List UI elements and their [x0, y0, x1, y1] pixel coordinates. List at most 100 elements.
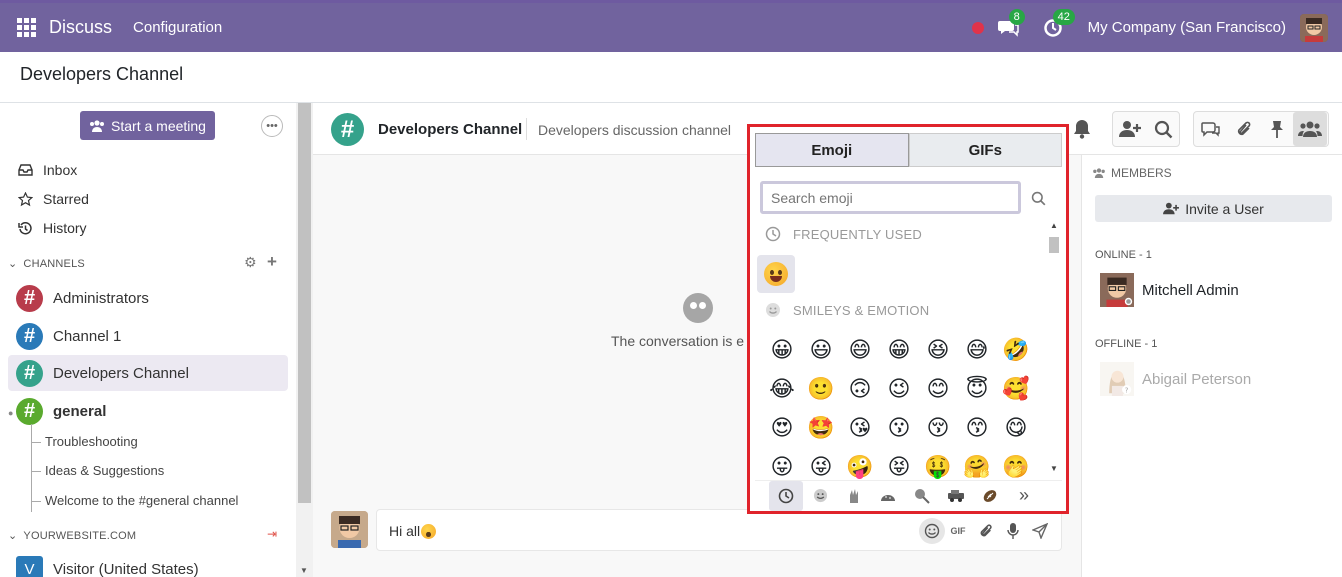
emoji-cell[interactable]: 🙂 — [803, 371, 839, 407]
user-avatar[interactable] — [1300, 13, 1328, 42]
emoji-cell[interactable]: 😘 — [842, 410, 878, 446]
member-item-online[interactable]: Mitchell Admin — [1100, 273, 1239, 307]
emoji-cell[interactable]: 😋 — [998, 410, 1034, 446]
thread-name[interactable]: Developers Channel — [378, 121, 522, 138]
food-category-icon[interactable] — [905, 481, 939, 511]
travel-category-icon[interactable] — [939, 481, 973, 511]
emoji-cell[interactable]: 😚 — [920, 410, 956, 446]
sidebar-scrollbar[interactable]: ▼ — [296, 103, 313, 577]
smileys-category-icon[interactable] — [803, 481, 837, 511]
emoji-cell[interactable]: 😂 — [764, 371, 800, 407]
online-header: ONLINE - 1 — [1095, 249, 1152, 261]
picker-scrollbar[interactable]: ▲ ▼ — [1047, 219, 1061, 475]
website-header[interactable]: ⌄ YOURWEBSITE.COM — [8, 529, 136, 543]
composer-text[interactable]: Hi all — [389, 523, 437, 542]
tab-gifs[interactable]: GIFs — [908, 133, 1062, 167]
recent-category-icon[interactable] — [769, 480, 803, 511]
attachment-icon[interactable] — [975, 520, 997, 542]
member-item-offline[interactable]: ? Abigail Peterson — [1100, 362, 1251, 396]
subchannel-troubleshooting[interactable]: Troubleshooting — [45, 434, 138, 449]
emoji-button-icon[interactable] — [919, 518, 945, 544]
sign-out-icon[interactable]: ⇥ — [267, 527, 277, 541]
channel-item-developers-channel[interactable]: # Developers Channel — [8, 355, 288, 391]
chevron-down-icon: ⌄ — [8, 530, 18, 542]
thread-tree-line — [31, 424, 32, 512]
search-icon[interactable] — [1146, 112, 1180, 146]
members-icon[interactable] — [1293, 112, 1327, 146]
emoji-cell[interactable]: 😗 — [881, 410, 917, 446]
pin-icon[interactable] — [1260, 112, 1294, 146]
emoji-cell[interactable]: 😀 — [764, 332, 800, 368]
company-switcher[interactable]: My Company (San Francisco) — [1088, 19, 1286, 36]
emoji-cell[interactable]: 😃 — [803, 332, 839, 368]
sidebar-scroll-thumb[interactable] — [298, 103, 311, 503]
emoji-cell[interactable]: 🤣 — [998, 332, 1034, 368]
picker-scroll-thumb[interactable] — [1049, 237, 1059, 253]
channel-item-channel-1[interactable]: # Channel 1 — [8, 318, 288, 354]
emoji-cell[interactable]: 😍 — [764, 410, 800, 446]
paperclip-icon[interactable] — [1227, 112, 1261, 146]
subchannel-ideas[interactable]: Ideas & Suggestions — [45, 463, 164, 478]
emoji-cell[interactable]: 😉 — [881, 371, 917, 407]
channel-avatar[interactable]: # — [331, 113, 364, 146]
visitor-item[interactable]: V Visitor (United States) — [8, 551, 288, 577]
emoji-cell[interactable]: 🥰 — [998, 371, 1034, 407]
subchannel-welcome[interactable]: Welcome to the #general channel — [45, 493, 238, 508]
sidebar-item-label: History — [43, 220, 87, 236]
thread-description[interactable]: Developers discussion channel — [538, 122, 731, 138]
threads-icon[interactable] — [1194, 112, 1228, 146]
scroll-down-arrow[interactable]: ▼ — [300, 566, 308, 575]
activities-category-icon[interactable] — [973, 481, 1007, 511]
scroll-down-arrow[interactable]: ▼ — [1050, 464, 1058, 473]
tree-branch — [31, 501, 41, 502]
emoji-cell[interactable]: 😁 — [881, 332, 917, 368]
channel-item-administrators[interactable]: # Administrators — [8, 280, 288, 316]
activity-icon[interactable]: 42 — [1040, 8, 1075, 41]
gif-button-icon[interactable]: GIF — [947, 520, 969, 542]
emoji-cell[interactable]: 😇 — [959, 371, 995, 407]
search-icon[interactable] — [1026, 183, 1050, 213]
configuration-menu[interactable]: Configuration — [133, 19, 222, 36]
gear-icon[interactable]: ⚙ — [244, 254, 257, 271]
message-composer[interactable]: Hi all GIF — [376, 509, 1062, 551]
picker-tabs: Emoji GIFs — [755, 133, 1062, 167]
emoji-cell[interactable]: 😊 — [920, 371, 956, 407]
channels-header-label: CHANNELS — [23, 257, 85, 270]
emoji-cell[interactable]: 😙 — [959, 410, 995, 446]
frequent-emoji-grinning[interactable] — [757, 255, 795, 293]
apps-menu-icon[interactable] — [17, 17, 37, 38]
member-avatar — [1100, 273, 1134, 307]
more-options-icon[interactable]: ••• — [261, 115, 283, 137]
chat-icon[interactable]: 8 — [996, 8, 1025, 41]
people-category-icon[interactable] — [837, 481, 871, 511]
emoji-cell[interactable]: 😅 — [959, 332, 995, 368]
scroll-up-arrow[interactable]: ▲ — [1050, 221, 1058, 230]
sidebar-item-inbox[interactable]: Inbox — [18, 159, 77, 181]
add-user-icon[interactable] — [1113, 112, 1147, 146]
tree-branch — [31, 471, 41, 472]
invite-user-label: Invite a User — [1185, 200, 1264, 217]
send-icon[interactable] — [1029, 520, 1051, 542]
bell-icon[interactable] — [1065, 112, 1099, 146]
app-name[interactable]: Discuss — [49, 17, 112, 38]
page-title: Developers Channel — [20, 64, 184, 84]
search-emoji-input[interactable] — [760, 181, 1021, 214]
sidebar-item-starred[interactable]: Starred — [18, 188, 89, 210]
tab-emoji[interactable]: Emoji — [755, 133, 909, 167]
emoji-cell[interactable]: 😄 — [842, 332, 878, 368]
start-meeting-button[interactable]: Start a meeting — [80, 111, 215, 140]
status-dot-icon[interactable] — [971, 21, 984, 34]
composer-text-value: Hi all — [389, 523, 421, 539]
invite-user-button[interactable]: Invite a User — [1095, 195, 1332, 222]
channel-item-general[interactable]: # general — [8, 393, 288, 429]
add-channel-icon[interactable]: + — [267, 252, 277, 272]
emoji-cell[interactable]: 😆 — [920, 332, 956, 368]
sidebar-item-history[interactable]: History — [18, 217, 87, 239]
emoji-cell[interactable]: 🤩 — [803, 410, 839, 446]
more-categories-icon[interactable]: » — [1007, 481, 1041, 511]
nature-category-icon[interactable] — [871, 481, 905, 511]
microphone-icon[interactable] — [1002, 520, 1024, 542]
hash-icon: # — [16, 397, 43, 425]
channels-header[interactable]: ⌄ CHANNELS — [8, 257, 85, 271]
emoji-cell[interactable]: 🙃 — [842, 371, 878, 407]
